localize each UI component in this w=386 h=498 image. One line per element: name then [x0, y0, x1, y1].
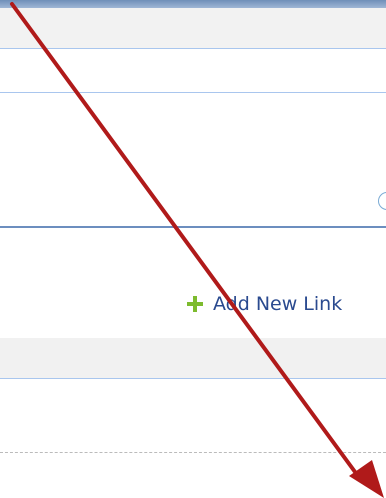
add-new-link-label[interactable]: Add New Link [213, 293, 342, 315]
info-icon[interactable] [378, 192, 386, 210]
header-band [0, 8, 386, 49]
row-divider [0, 92, 386, 93]
add-new-link-button[interactable]: Add New Link [187, 293, 342, 315]
dashed-divider [0, 452, 386, 453]
plus-icon [187, 296, 203, 312]
section-divider [0, 226, 386, 228]
page: Add New Link [0, 0, 386, 498]
arrow-shaft [10, 2, 360, 478]
top-border [0, 0, 386, 8]
annotation-arrow-overlay [10, 2, 384, 498]
arrow-head-icon [349, 460, 384, 498]
section-band [0, 338, 386, 379]
